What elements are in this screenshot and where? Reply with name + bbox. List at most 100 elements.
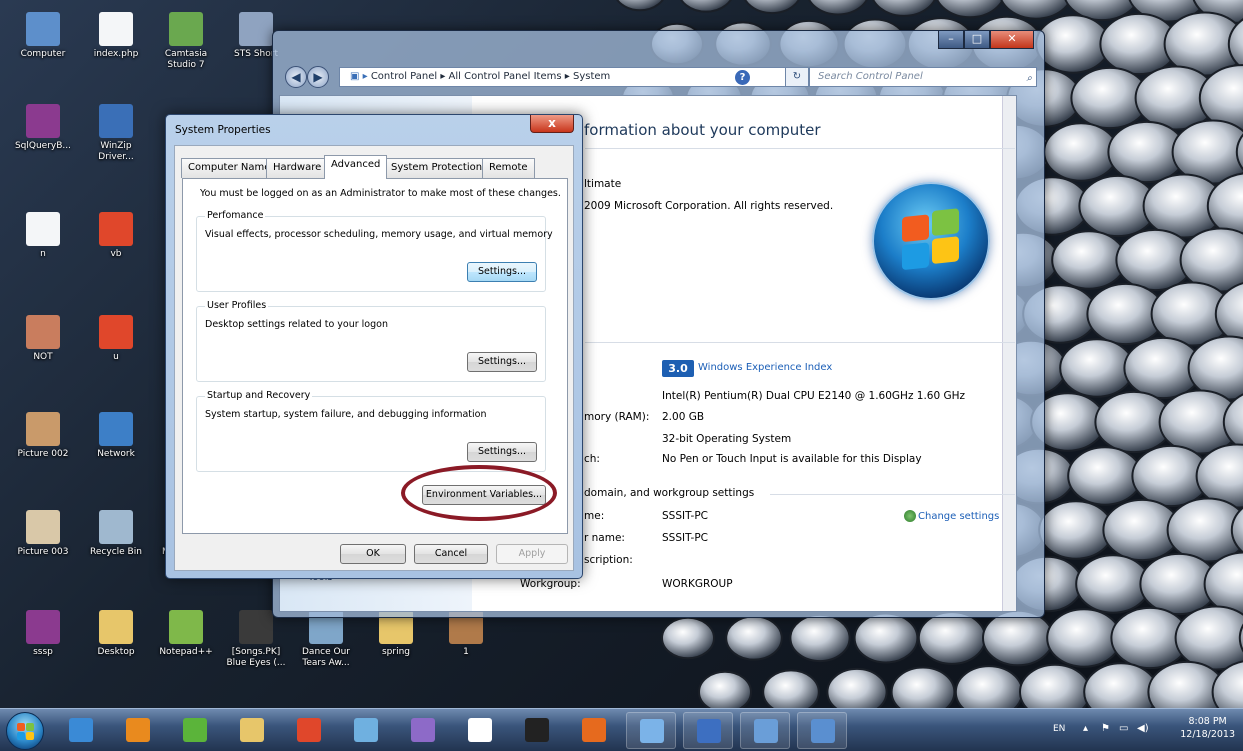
desktop-icon[interactable]: Dance Our Tears Aw... <box>295 610 357 669</box>
wallpaper-disc <box>954 665 1024 708</box>
desktop-icon-label: Picture 002 <box>17 449 69 459</box>
desktop-icon[interactable]: WinZip Driver... <box>85 104 147 163</box>
taskbar-app-button[interactable] <box>170 712 220 749</box>
forward-button[interactable]: ▶ <box>307 66 329 88</box>
desktop-icon[interactable]: sssp <box>12 610 74 658</box>
taskbar-app-button[interactable] <box>455 712 505 749</box>
winrar-icon <box>26 104 60 138</box>
desktop-icon-label: Network <box>97 449 135 459</box>
wallpaper-disc <box>698 670 752 708</box>
close-button[interactable]: ✕ <box>990 31 1034 49</box>
taskbar-app-button[interactable] <box>56 712 106 749</box>
desktop-icon[interactable]: [Songs.PK] Blue Eyes (... <box>225 610 287 669</box>
taskbar-app-button[interactable] <box>512 712 562 749</box>
minimize-button[interactable]: – <box>938 31 964 49</box>
network-icon[interactable]: ▭ <box>1119 723 1128 734</box>
desktop-icon[interactable]: Camtasia Studio 7 <box>155 12 217 71</box>
cancel-button[interactable]: Cancel <box>414 544 488 564</box>
pen-value: No Pen or Touch Input is available for t… <box>662 453 922 465</box>
tab-system-protection[interactable]: System Protection <box>384 158 490 178</box>
clock[interactable]: 8:08 PM 12/18/2013 <box>1180 715 1235 741</box>
taskbar-app-button[interactable] <box>284 712 334 749</box>
taskbar-app-button[interactable] <box>569 712 619 749</box>
ok-button[interactable]: OK <box>340 544 406 564</box>
desktop-icon[interactable]: Notepad++ <box>155 610 217 658</box>
desktop-icon-label: Dance Our Tears Aw... <box>302 647 350 668</box>
desktop-icon[interactable]: NOT <box>12 315 74 363</box>
chrome-icon <box>99 212 133 246</box>
breadcrumb-all-items[interactable]: All Control Panel Items <box>449 71 562 82</box>
desktop-icon[interactable]: Picture 003 <box>12 510 74 558</box>
desktop-icon[interactable]: vb <box>85 212 147 260</box>
desktop-icon[interactable]: SqlQueryB... <box>12 104 74 152</box>
tab-hardware[interactable]: Hardware <box>266 158 329 178</box>
wallpaper-disc <box>1051 230 1127 290</box>
taskbar-app-button[interactable] <box>797 712 847 749</box>
startup-settings-button[interactable]: Settings... <box>467 442 537 462</box>
show-hidden-icons-icon[interactable]: ▴ <box>1083 723 1088 734</box>
recycle-bin-icon <box>99 510 133 544</box>
picture-icon <box>26 510 60 544</box>
search-input[interactable]: Search Control Panel ⌕ <box>809 67 1037 87</box>
desktop-icon[interactable]: u <box>85 315 147 363</box>
taskbar-app-button[interactable] <box>341 712 391 749</box>
taskbar-app-button[interactable] <box>626 712 676 749</box>
desktop-icon-label: Picture 003 <box>17 547 69 557</box>
maximize-button[interactable]: □ <box>964 31 990 49</box>
computer-icon <box>26 12 60 46</box>
app-icon <box>754 719 778 743</box>
wallpaper-disc <box>872 0 936 17</box>
taskbar-app-button[interactable] <box>740 712 790 749</box>
change-settings-label[interactable]: Change settings <box>918 511 999 522</box>
wallpaper-disc <box>1075 554 1151 614</box>
pen-label: ch: <box>584 453 600 465</box>
sd-icon <box>183 718 207 742</box>
taskbar-app-button[interactable] <box>683 712 733 749</box>
taskbar-app-button[interactable] <box>227 712 277 749</box>
scrollbar[interactable] <box>1002 96 1016 611</box>
startup-recovery-label: Startup and Recovery <box>205 390 313 401</box>
volume-icon[interactable]: ◀) <box>1137 723 1149 734</box>
user-profiles-settings-button[interactable]: Settings... <box>467 352 537 372</box>
taskbar-app-button[interactable] <box>113 712 163 749</box>
wallpaper-disc <box>982 609 1054 667</box>
breadcrumb-control-panel[interactable]: Control Panel <box>371 71 437 82</box>
desktop-icon[interactable]: Recycle Bin <box>85 510 147 558</box>
desktop-icon-label: n <box>40 249 46 259</box>
language-indicator[interactable]: EN <box>1053 724 1065 734</box>
search-icon[interactable]: ⌕ <box>1026 70 1032 88</box>
apply-button[interactable]: Apply <box>496 544 568 564</box>
desktop-icon[interactable]: Picture 002 <box>12 412 74 460</box>
breadcrumb-system[interactable]: System <box>573 71 610 82</box>
tab-remote[interactable]: Remote <box>482 158 535 178</box>
desktop-icon-label: Notepad++ <box>159 647 213 657</box>
dialog-close-button[interactable]: x <box>530 115 574 133</box>
address-bar[interactable]: ▣ ▸ Control Panel ▸ All Control Panel It… <box>339 67 799 87</box>
search-placeholder: Search Control Panel <box>818 71 923 82</box>
desktop-icon[interactable]: Network <box>85 412 147 460</box>
desktop-icon[interactable]: Desktop <box>85 610 147 658</box>
desktop-icon[interactable]: index.php <box>85 12 147 60</box>
desktop-icon-label: NOT <box>33 352 53 362</box>
windows-edition: ltimate <box>584 178 622 190</box>
refresh-button[interactable]: ↻ <box>785 67 809 87</box>
tab-advanced[interactable]: Advanced <box>324 155 388 179</box>
tab-computer-name[interactable]: Computer Name <box>181 158 278 178</box>
start-button[interactable] <box>6 712 44 750</box>
desktop-icon[interactable]: Computer <box>12 12 74 60</box>
wallpaper-disc <box>1059 338 1135 398</box>
wei-link[interactable]: Windows Experience Index <box>698 362 832 373</box>
desktop-icon[interactable]: n <box>12 212 74 260</box>
help-icon[interactable]: ? <box>735 70 750 85</box>
computer-name-value: SSSIT-PC <box>662 510 708 522</box>
wallpaper-disc <box>1038 500 1114 560</box>
flag-icon[interactable]: ⚑ <box>1101 723 1110 734</box>
back-button[interactable]: ◀ <box>285 66 307 88</box>
system-tray: EN ▴ ⚑ ▭ ◀) 8:08 PM 12/18/2013 <box>1033 709 1243 751</box>
change-settings-link[interactable]: Change settings <box>904 510 999 522</box>
notepad-plus-icon <box>169 610 203 644</box>
taskbar-app-button[interactable] <box>398 712 448 749</box>
workgroup-label: Workgroup: <box>520 578 581 590</box>
wei-score-badge[interactable]: 3.0 <box>662 360 694 377</box>
performance-settings-button[interactable]: Settings... <box>467 262 537 282</box>
